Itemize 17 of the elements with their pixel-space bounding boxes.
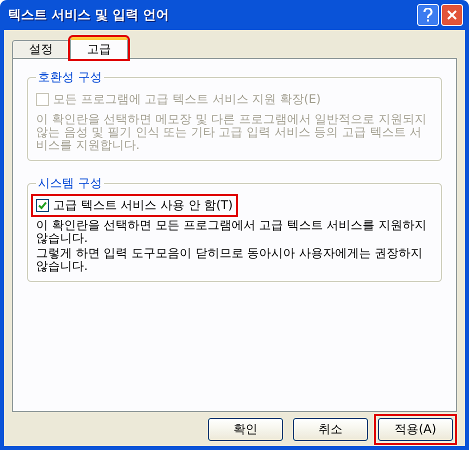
close-icon <box>447 10 457 20</box>
description-text: 이 확인란을 선택하면 메모장 및 다른 프로그램에서 일반적으로 지원되지 않는 음성 및 필기 인식 또는 기타 고급 입력 서비스 등의 고급 텍스트 서비스를 지원합니다. <box>36 113 428 152</box>
close-button[interactable] <box>441 4 463 26</box>
dialog-button[interactable]: 확인 <box>208 418 283 440</box>
checkbox-option[interactable]: 고급 텍스트 서비스 사용 안 함(T) <box>31 194 238 217</box>
dialog-button[interactable]: 적용(A) <box>378 418 453 440</box>
window-title: 텍스트 서비스 및 입력 언어 <box>8 7 170 24</box>
tab[interactable]: 설정 <box>12 40 70 59</box>
group-title: 시스템 구성 <box>37 175 103 192</box>
dialog-button[interactable]: 취소 <box>293 418 368 440</box>
group-title: 호환성 구성 <box>37 69 103 86</box>
tab[interactable]: 고급 <box>70 37 128 59</box>
description-text: 그렇게 하면 입력 도구모음이 닫히므로 동아시아 사용자에게는 권장하지 않습니다. <box>36 247 424 273</box>
checkbox[interactable] <box>36 199 49 212</box>
description-text: 이 확인란을 선택하면 모든 프로그램에서 고급 텍스트 서비스를 지원하지 않습니다. <box>36 219 428 245</box>
help-button[interactable] <box>417 4 439 26</box>
question-mark-icon <box>423 8 433 22</box>
